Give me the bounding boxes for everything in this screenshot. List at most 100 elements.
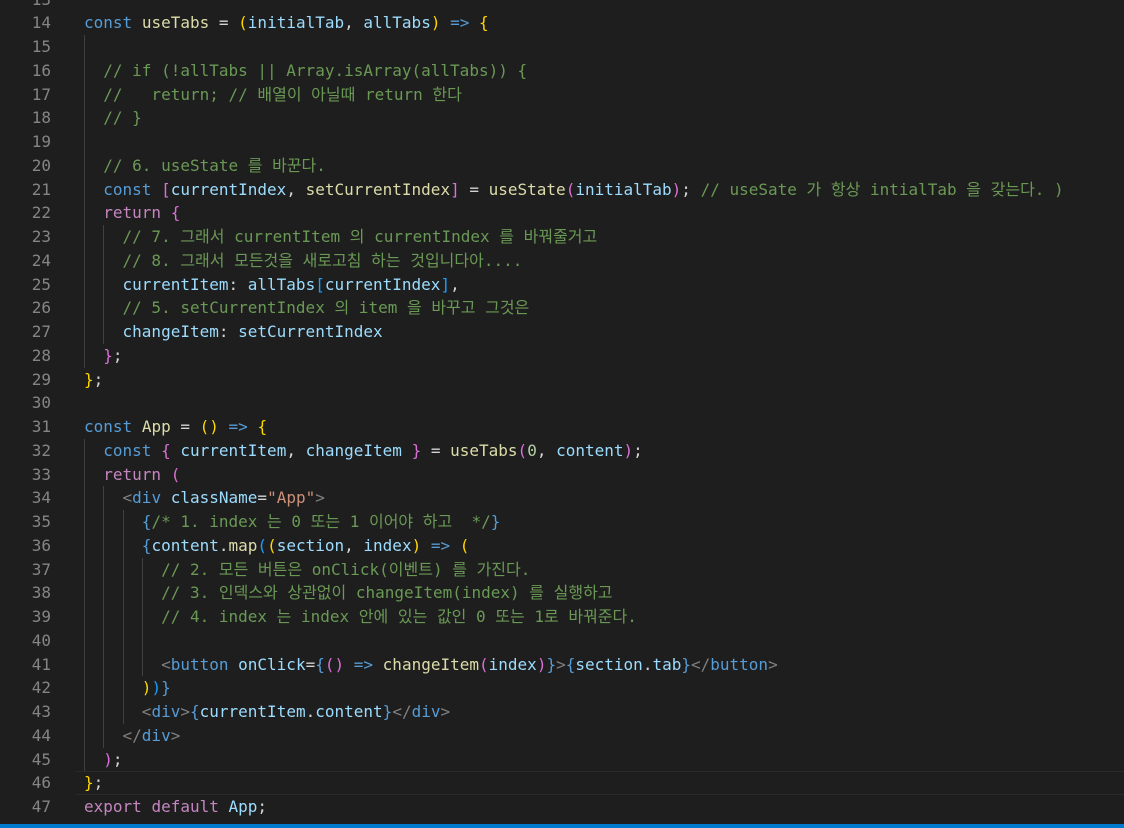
line-number: 45 <box>31 749 51 769</box>
code-line[interactable]: 17 // return; // 배열이 아닐때 return 한다 <box>0 82 1124 107</box>
code-token: map <box>228 535 258 555</box>
code-text[interactable]: // if (!allTabs || Array.isArray(allTabs… <box>84 59 527 83</box>
code-token: ( <box>479 654 489 674</box>
code-token: } <box>84 369 94 389</box>
code-line[interactable]: 13 <box>0 0 1124 11</box>
code-line[interactable]: 32 const { currentItem, changeItem } = u… <box>0 438 1124 463</box>
code-line[interactable]: 37 // 2. 모든 버튼은 onClick(이벤트) 를 가진다. <box>0 557 1124 582</box>
code-line[interactable]: 26 // 5. setCurrentIndex 의 item 을 바꾸고 그것… <box>0 296 1124 320</box>
code-line[interactable]: 44 </div> <box>0 723 1124 748</box>
code-line[interactable]: 36 {content.map((section, index) => ( <box>0 533 1124 558</box>
code-line[interactable]: 22 return { <box>0 201 1124 225</box>
code-text[interactable]: {/* 1. index 는 0 또는 1 이어야 하고 */} <box>84 510 501 534</box>
code-line[interactable]: 20 // 6. useState 를 바꾼다. <box>0 153 1124 178</box>
code-line[interactable]: 33 return ( <box>0 462 1124 487</box>
code-text[interactable]: <button onClick={() => changeItem(index)… <box>84 653 778 677</box>
code-text[interactable]: }; <box>84 368 103 392</box>
indent-guide <box>103 628 105 653</box>
code-line[interactable]: 16 // if (!allTabs || Array.isArray(allT… <box>0 58 1124 83</box>
code-text[interactable]: // return; // 배열이 아닐때 return 한다 <box>84 83 462 107</box>
code-text[interactable]: const App = () => { <box>84 415 267 439</box>
code-text[interactable]: ); <box>84 748 122 772</box>
code-line[interactable]: 47 export default App; <box>0 795 1124 819</box>
code-token: section <box>575 654 643 674</box>
code-text[interactable]: currentItem: allTabs[currentIndex], <box>84 273 460 297</box>
code-token: content <box>315 702 383 721</box>
code-text[interactable]: // 4. index 는 index 안에 있는 값인 0 또는 1로 바꿔준… <box>84 605 637 629</box>
code-line[interactable]: 31 const App = () => { <box>0 415 1124 439</box>
code-token: tab <box>652 654 682 674</box>
code-line[interactable]: 19 <box>0 130 1124 154</box>
code-token: { <box>257 417 268 436</box>
code-text[interactable]: return ( <box>84 463 180 487</box>
code-text[interactable]: </div> <box>84 724 181 748</box>
code-line[interactable]: 46}; <box>0 771 1124 795</box>
code-text[interactable]: // 5. setCurrentIndex 의 item 을 바꾸고 그것은 <box>84 296 530 320</box>
code-line[interactable]: 42 ))} <box>0 676 1124 700</box>
code-line[interactable]: 38 // 3. 인덱스와 상관없이 changeItem(index) 를 실… <box>0 581 1124 605</box>
code-line[interactable]: 14 const useTabs = (initialTab, allTabs) … <box>0 11 1124 35</box>
code-token: ( <box>238 13 248 33</box>
code-text[interactable]: // } <box>84 106 142 130</box>
code-token: setCurrentIndex <box>305 179 451 199</box>
code-token: 0 <box>527 440 537 460</box>
code-text[interactable]: const { currentItem, changeItem } = useT… <box>84 439 643 463</box>
code-token: { <box>141 535 152 555</box>
code-line[interactable]: 30 <box>0 391 1124 415</box>
code-text[interactable]: // 3. 인덱스와 상관없이 changeItem(index) 를 실행하고 <box>84 581 613 605</box>
code-text[interactable]: // 6. useState 를 바꾼다. <box>84 154 326 178</box>
code-line[interactable]: 28 }; <box>0 343 1124 368</box>
code-line[interactable]: 21 const [currentIndex, setCurrentIndex]… <box>0 177 1124 202</box>
code-line[interactable]: 24 // 8. 그래서 모든것을 새로고침 하는 것입니다아.... <box>0 248 1124 273</box>
code-editor[interactable]: 1314const useTabs = (initialTab, allTabs… <box>0 0 1124 824</box>
code-line[interactable]: 29}; <box>0 368 1124 392</box>
code-text[interactable]: }; <box>84 771 103 795</box>
code-text[interactable]: // 8. 그래서 모든것을 새로고침 하는 것입니다아.... <box>84 249 523 273</box>
code-text[interactable]: {content.map((section, index) => ( <box>84 534 470 558</box>
code-text[interactable]: export default App; <box>84 795 267 819</box>
code-text[interactable]: // 2. 모든 버튼은 onClick(이벤트) 를 가진다. <box>84 558 530 582</box>
code-text[interactable]: }; <box>84 344 122 368</box>
line-number: 40 <box>31 630 51 650</box>
code-token: button <box>710 654 769 674</box>
code-line[interactable]: 25 currentItem: allTabs[currentIndex], <box>0 272 1124 297</box>
line-number: 16 <box>31 60 51 80</box>
code-text[interactable]: changeItem: setCurrentIndex <box>84 320 383 344</box>
code-token: { <box>479 13 489 33</box>
code-text[interactable]: const [currentIndex, setCurrentIndex] = … <box>84 178 1063 202</box>
code-text[interactable]: ))} <box>84 676 171 700</box>
code-line[interactable]: 43 <div>{currentItem.content}</div> <box>0 700 1124 724</box>
code-token: </ <box>122 725 142 745</box>
code-line[interactable]: 40 <box>0 628 1124 653</box>
code-line[interactable]: 35 {/* 1. index 는 0 또는 1 이어야 하고 */} <box>0 510 1124 534</box>
code-line[interactable]: 15 <box>0 35 1124 59</box>
code-token: // 3. 인덱스와 상관없이 changeItem(index) 를 실행하고 <box>84 583 613 603</box>
code-token: ( <box>517 440 528 460</box>
code-token: , <box>286 440 306 460</box>
code-text[interactable]: return { <box>84 201 180 225</box>
code-line[interactable]: 45 ); <box>0 747 1124 772</box>
code-line[interactable]: 23 // 7. 그래서 currentItem 의 currentIndex … <box>0 225 1124 249</box>
code-token: } <box>490 512 501 531</box>
code-line[interactable]: 27 changeItem: setCurrentIndex <box>0 320 1124 344</box>
code-line[interactable]: 39 // 4. index 는 index 안에 있는 값인 0 또는 1로 … <box>0 605 1124 629</box>
code-text[interactable]: <div>{currentItem.content}</div> <box>84 700 450 724</box>
code-text[interactable]: const useTabs = (initialTab, allTabs) =>… <box>84 11 489 35</box>
code-line[interactable]: 34 <div className="App"> <box>0 486 1124 510</box>
code-token: ( <box>459 535 470 555</box>
code-token: } <box>161 678 171 698</box>
code-text[interactable]: <div className="App"> <box>84 486 325 510</box>
code-line[interactable]: 41 <button onClick={() => changeItem(ind… <box>0 652 1124 677</box>
code-token: : <box>228 274 248 294</box>
code-token: div <box>132 488 162 508</box>
code-text[interactable]: // 7. 그래서 currentItem 의 currentIndex 를 바… <box>84 225 598 249</box>
code-line[interactable]: 18 // } <box>0 106 1124 130</box>
code-token: ) <box>103 749 113 769</box>
